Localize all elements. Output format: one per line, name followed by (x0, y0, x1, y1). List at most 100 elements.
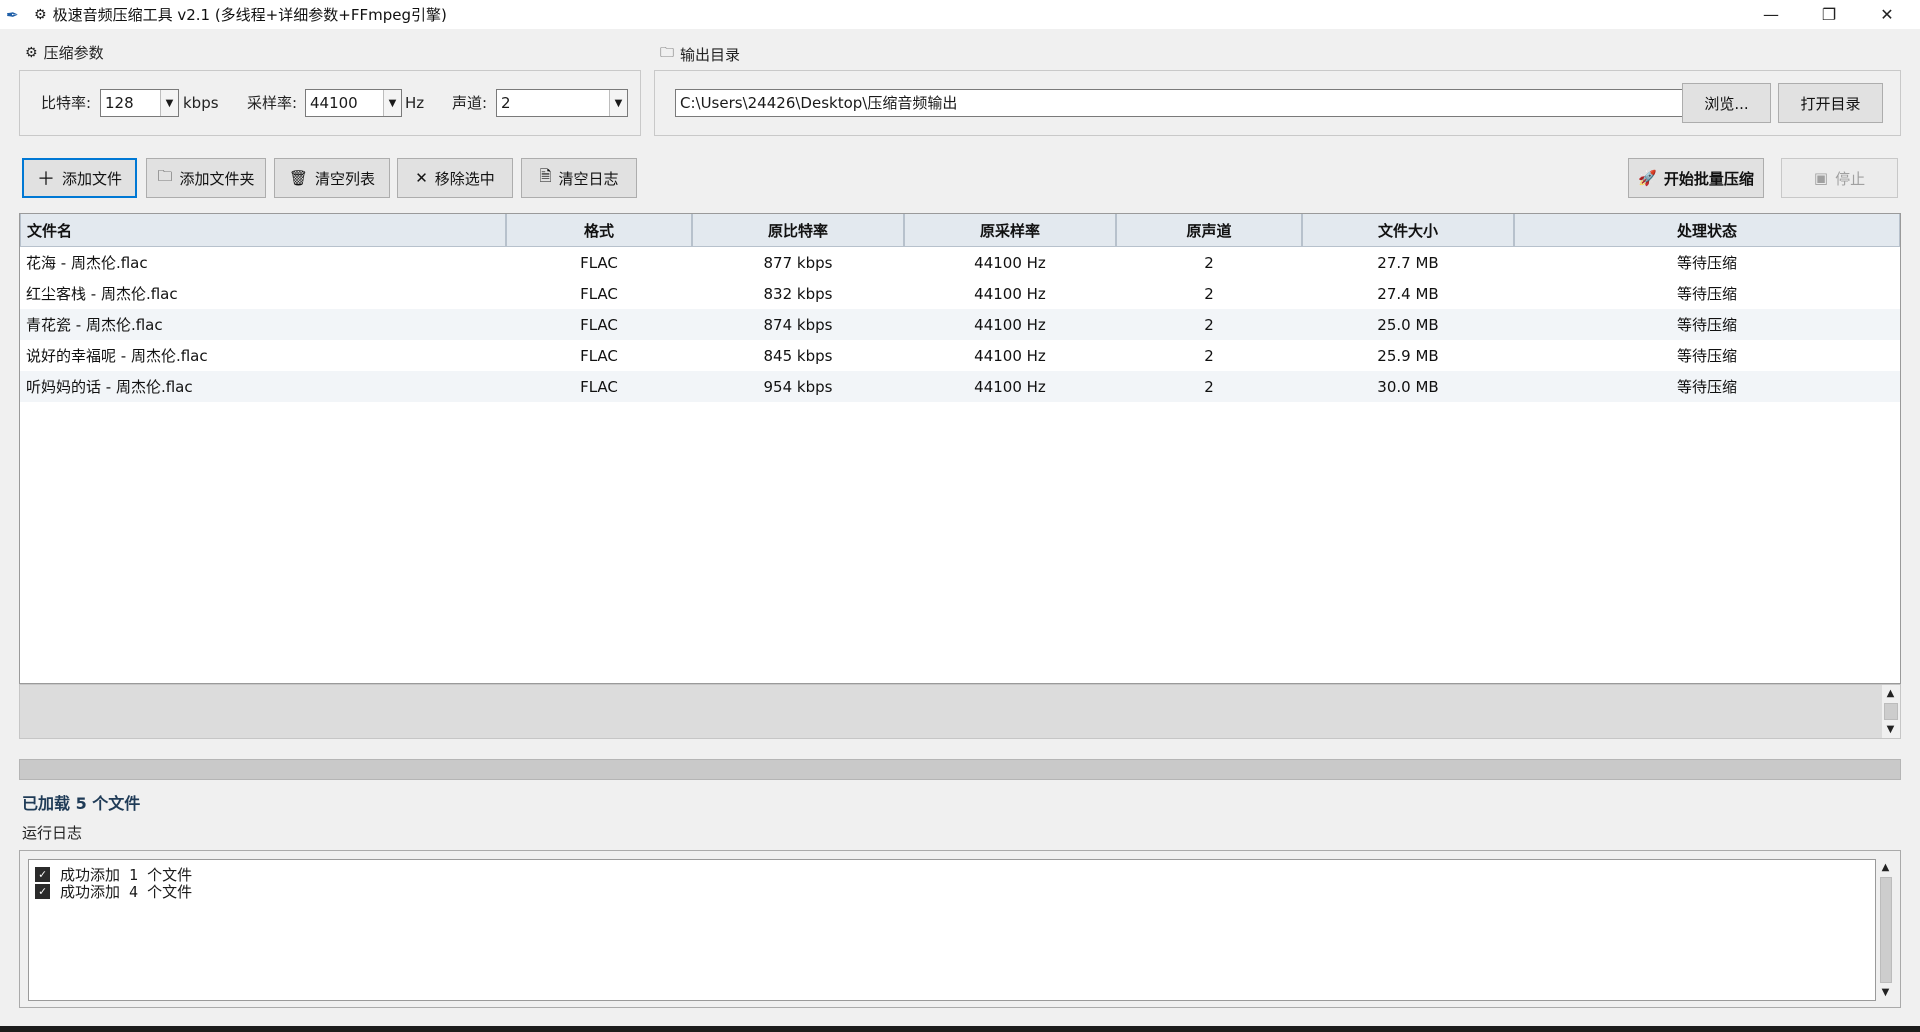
stop-icon: ▣ (1813, 169, 1829, 187)
table-row[interactable]: 听妈妈的话 - 周杰伦.flac FLAC 954 kbps 44100 Hz … (20, 371, 1900, 402)
cell-format: FLAC (580, 346, 618, 365)
table-scroll-area: ▲ ▼ (19, 684, 1901, 739)
cell-format: FLAC (580, 315, 618, 334)
column-header[interactable]: 文件大小 (1302, 214, 1514, 247)
cell-bitrate: 877 kbps (763, 253, 833, 272)
bitrate-combobox[interactable]: 128 ▼ (100, 89, 179, 117)
check-icon: ✓ (35, 884, 50, 899)
log-vertical-scrollbar[interactable]: ▲ ▼ (1877, 859, 1895, 1001)
file-table[interactable]: 文件名 格式 原比特率 原采样率 原声道 文件大小 处理状态 花海 - 周杰伦.… (19, 213, 1901, 684)
log-textbox[interactable]: ✓ 成功添加 1 个文件 ✓ 成功添加 4 个文件 (28, 859, 1876, 1001)
taskbar-edge (0, 1026, 1920, 1032)
minimize-button[interactable]: — (1742, 0, 1800, 29)
table-row[interactable]: 红尘客栈 - 周杰伦.flac FLAC 832 kbps 44100 Hz 2… (20, 278, 1900, 309)
clear-list-button[interactable]: 🗑 清空列表 (274, 158, 390, 198)
cell-filename: 听妈妈的话 - 周杰伦.flac (26, 378, 193, 396)
cell-status: 等待压缩 (1676, 285, 1737, 303)
window-title: 极速音频压缩工具 v2.1 (多线程+详细参数+FFmpeg引擎) (52, 6, 447, 24)
log-frame: ✓ 成功添加 1 个文件 ✓ 成功添加 4 个文件 ▲ ▼ (19, 850, 1901, 1008)
column-header[interactable]: 格式 (506, 214, 692, 247)
cell-channels: 2 (1204, 377, 1214, 396)
title-bar: ✒ ⚙ 极速音频压缩工具 v2.1 (多线程+详细参数+FFmpeg引擎) — … (0, 0, 1920, 29)
close-icon: ✕ (1880, 5, 1894, 24)
cell-size: 25.9 MB (1377, 346, 1439, 365)
channels-combobox[interactable]: 2 ▼ (496, 89, 628, 117)
cell-samplerate: 44100 Hz (974, 377, 1046, 396)
folder-icon: 🗀 (660, 45, 674, 61)
stop-button[interactable]: ▣ 停止 (1781, 158, 1898, 198)
cell-status: 等待压缩 (1676, 347, 1737, 365)
table-row[interactable]: 花海 - 周杰伦.flac FLAC 877 kbps 44100 Hz 2 2… (20, 247, 1900, 278)
bitrate-unit: kbps (183, 94, 219, 112)
check-icon: ✓ (35, 867, 50, 882)
close-button[interactable]: ✕ (1858, 0, 1916, 29)
restore-icon: ❐ (1821, 5, 1837, 24)
cell-status: 等待压缩 (1676, 378, 1737, 396)
close-x-icon: ✕ (415, 169, 428, 187)
cell-size: 27.4 MB (1377, 284, 1439, 303)
table-row[interactable]: 说好的幸福呢 - 周杰伦.flac FLAC 845 kbps 44100 Hz… (20, 340, 1900, 371)
table-header: 文件名 格式 原比特率 原采样率 原声道 文件大小 处理状态 (20, 214, 1900, 247)
channels-label: 声道: (452, 94, 488, 112)
scroll-thumb[interactable] (1884, 703, 1898, 720)
table-row[interactable]: 青花瓷 - 周杰伦.flac FLAC 874 kbps 44100 Hz 2 … (20, 309, 1900, 340)
cell-format: FLAC (580, 284, 618, 303)
chevron-down-icon[interactable]: ▼ (609, 90, 627, 116)
scroll-down-icon[interactable]: ▼ (1882, 721, 1899, 738)
cell-status: 等待压缩 (1676, 254, 1737, 272)
trash-icon: 🗑 (288, 169, 309, 187)
scroll-up-icon[interactable]: ▲ (1877, 859, 1894, 876)
column-header[interactable]: 原比特率 (692, 214, 904, 247)
cell-size: 25.0 MB (1377, 315, 1439, 334)
cell-channels: 2 (1204, 346, 1214, 365)
cell-filename: 红尘客栈 - 周杰伦.flac (26, 285, 178, 303)
samplerate-combobox[interactable]: 44100 ▼ (305, 89, 402, 117)
add-folder-button[interactable]: 🗀 添加文件夹 (146, 158, 266, 198)
cell-filename: 花海 - 周杰伦.flac (26, 254, 148, 272)
cell-bitrate: 954 kbps (763, 377, 833, 396)
progress-bar (19, 759, 1901, 780)
cell-size: 30.0 MB (1377, 377, 1439, 396)
plus-icon: ＋ (36, 169, 55, 190)
output-path-field[interactable]: C:\Users\24426\Desktop\压缩音频输出 (675, 89, 1693, 117)
scroll-thumb[interactable] (1880, 877, 1892, 983)
maximize-button[interactable]: ❐ (1800, 0, 1858, 29)
cell-channels: 2 (1204, 315, 1214, 334)
chevron-down-icon[interactable]: ▼ (383, 90, 401, 116)
cell-samplerate: 44100 Hz (974, 346, 1046, 365)
cell-bitrate: 845 kbps (763, 346, 833, 365)
cell-samplerate: 44100 Hz (974, 315, 1046, 334)
cell-bitrate: 874 kbps (763, 315, 833, 334)
cell-format: FLAC (580, 253, 618, 272)
minimize-icon: — (1763, 5, 1779, 24)
scroll-up-icon[interactable]: ▲ (1882, 685, 1899, 702)
log-line: ✓ 成功添加 4 个文件 (35, 881, 192, 902)
add-file-button[interactable]: ＋ 添加文件 (22, 158, 137, 198)
cell-bitrate: 832 kbps (763, 284, 833, 303)
table-vertical-scrollbar[interactable]: ▲ ▼ (1882, 685, 1900, 738)
folder-icon: 🗀 (157, 166, 173, 185)
output-group-title: 🗀 输出目录 (660, 42, 740, 66)
params-group-title: ⚙ 压缩参数 (25, 44, 104, 62)
column-header[interactable]: 原声道 (1116, 214, 1302, 247)
start-batch-button[interactable]: 🚀 开始批量压缩 (1628, 158, 1764, 198)
samplerate-label: 采样率: (247, 94, 298, 112)
column-header[interactable]: 文件名 (20, 214, 506, 247)
column-header[interactable]: 处理状态 (1514, 214, 1900, 247)
clear-log-button[interactable]: 🗎 清空日志 (521, 158, 637, 198)
chevron-down-icon[interactable]: ▼ (160, 90, 178, 116)
remove-selected-button[interactable]: ✕ 移除选中 (397, 158, 513, 198)
browse-button[interactable]: 浏览... (1682, 83, 1771, 123)
column-header[interactable]: 原采样率 (904, 214, 1116, 247)
document-icon: 🗎 (539, 166, 552, 185)
cell-status: 等待压缩 (1676, 316, 1737, 334)
open-directory-button[interactable]: 打开目录 (1778, 83, 1883, 123)
cell-size: 27.7 MB (1377, 253, 1439, 272)
samplerate-unit: Hz (405, 94, 425, 112)
cell-filename: 青花瓷 - 周杰伦.flac (26, 316, 163, 334)
status-text: 已加载 5 个文件 (22, 794, 141, 813)
rocket-icon: 🚀 (1638, 169, 1657, 187)
cell-samplerate: 44100 Hz (974, 284, 1046, 303)
cell-format: FLAC (580, 377, 618, 396)
scroll-down-icon[interactable]: ▼ (1877, 984, 1894, 1001)
